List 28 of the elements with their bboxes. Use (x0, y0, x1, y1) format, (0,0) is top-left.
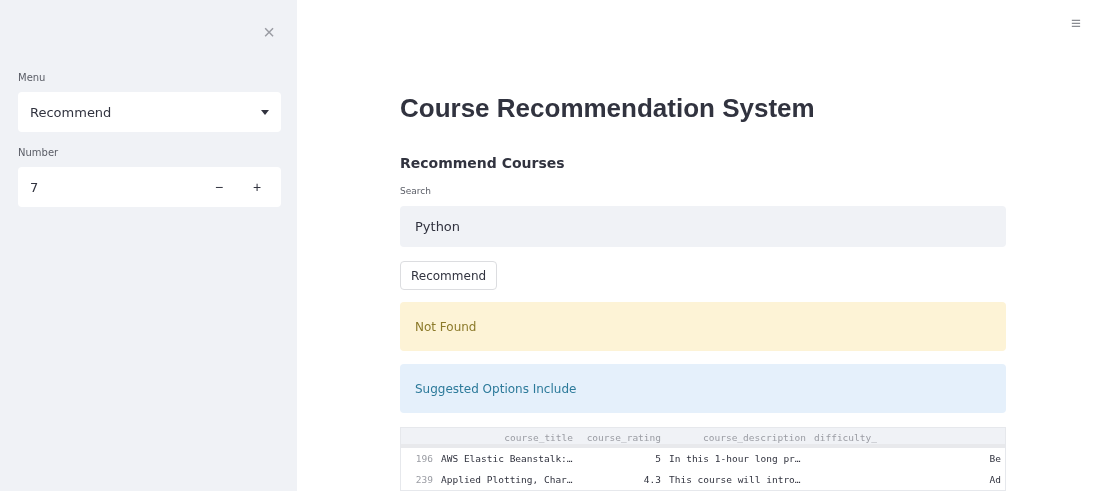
table-cell-text: In this 1-hour long pr… (668, 453, 802, 464)
warning-alert: Not Found (400, 302, 1006, 351)
search-field[interactable]: Python (400, 206, 1006, 247)
column-header: course_rating (585, 432, 662, 443)
table-cell-text: Be (988, 453, 1002, 464)
table-cell-text: This course will intro… (668, 474, 802, 485)
row-index: 239 (414, 474, 434, 485)
table-cell-text: Ad (988, 474, 1002, 485)
caret-icon (261, 109, 269, 115)
increment-button[interactable]: + (245, 179, 269, 195)
table-cell-text: 4.3 (642, 474, 662, 485)
table-cell-text: 5 (654, 453, 662, 464)
number-input[interactable]: 7 − + (18, 167, 281, 207)
recommend-button[interactable]: Recommend (400, 261, 498, 290)
info-alert: Suggested Options Include (400, 364, 1006, 413)
page-title: Course Recommendation System (400, 93, 816, 124)
decrement-button[interactable]: − (207, 179, 231, 195)
section-heading: Recommend Courses (400, 155, 566, 171)
table-cell-text: AWS Elastic Beanstalk:… (440, 453, 574, 464)
search-label: Search (400, 186, 432, 196)
row-index: 196 (414, 453, 434, 464)
column-header: course_description (702, 432, 807, 443)
column-header: difficulty_ (813, 432, 878, 443)
number-label: Number (18, 147, 60, 158)
table-cell-text: Applied Plotting, Char… (440, 474, 574, 485)
menu-select[interactable]: Recommend (18, 92, 281, 132)
column-header: course_title (503, 432, 574, 443)
menu-label: Menu (18, 72, 47, 83)
